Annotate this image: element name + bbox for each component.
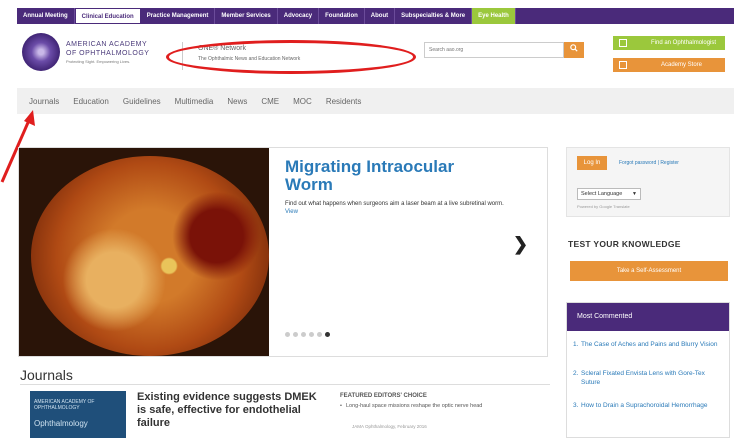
item-number: 1. — [573, 341, 579, 348]
journals-divider — [20, 384, 550, 385]
topnav-about[interactable]: About — [365, 8, 396, 24]
journal-cover-title: Ophthalmology — [34, 419, 88, 428]
item-label: Scleral Fixated Envista Lens with Gore-T… — [581, 370, 705, 386]
hero-description-text: Find out what happens when surgeons aim … — [285, 201, 504, 207]
subnav-cme[interactable]: CME — [254, 97, 286, 106]
hero-view-link[interactable]: View — [285, 209, 298, 215]
item-number: 2. — [573, 370, 579, 377]
test-knowledge-title: TEST YOUR KNOWLEDGE — [568, 239, 681, 249]
subnav-journals[interactable]: Journals — [17, 97, 66, 106]
language-select[interactable]: Select Language ▼ — [577, 188, 641, 200]
journal-headline[interactable]: Existing evidence suggests DMEK is safe,… — [137, 391, 327, 430]
annotation-ellipse — [166, 40, 416, 74]
topnav-advocacy[interactable]: Advocacy — [278, 8, 320, 24]
subnav-news[interactable]: News — [220, 97, 254, 106]
carousel-dot[interactable] — [325, 332, 330, 337]
top-navigation: Annual Meeting Clinical Education Practi… — [17, 8, 734, 24]
academy-store-button[interactable]: Academy Store — [613, 58, 725, 72]
subnav-multimedia[interactable]: Multimedia — [168, 97, 221, 106]
most-commented-panel: Most Commented 1. The Case of Aches and … — [566, 302, 730, 438]
academy-logo[interactable] — [22, 33, 60, 71]
hero-title[interactable]: Migrating Intraocular Worm — [285, 158, 505, 194]
featured-item[interactable]: Long-haul space missions reshape the opt… — [340, 403, 536, 410]
topnav-subspecialties[interactable]: Subspecialties & More — [395, 8, 473, 24]
powered-by-translate: Powered by Google Translate — [577, 204, 630, 209]
register-link[interactable]: Forgot password | Register — [619, 160, 679, 166]
logo-tagline: Protecting Sight. Empowering Lives. — [66, 59, 131, 64]
search-button[interactable] — [564, 42, 584, 58]
find-button-label: Find an Ophthalmologist — [651, 40, 717, 46]
carousel-dot[interactable] — [293, 332, 298, 337]
topnav-annual-meeting[interactable]: Annual Meeting — [17, 8, 75, 24]
journal-cover-image[interactable]: AMERICAN ACADEMY OF OPHTHALMOLOGY Ophtha… — [30, 391, 126, 438]
store-button-label: Academy Store — [661, 62, 703, 68]
carousel-dot[interactable] — [317, 332, 322, 337]
hero-description: Find out what happens when surgeons aim … — [285, 200, 515, 216]
most-commented-title: Most Commented — [567, 303, 729, 331]
journals-section-title: Journals — [20, 367, 73, 383]
hero-image[interactable] — [19, 148, 269, 356]
cart-icon — [619, 61, 627, 69]
most-commented-item[interactable]: 3. How to Drain a Suprachoroidal Hemorrh… — [573, 401, 721, 410]
carousel-dot[interactable] — [309, 332, 314, 337]
self-assessment-button[interactable]: Take a Self-Assessment — [570, 261, 728, 281]
subnav-education[interactable]: Education — [66, 97, 116, 106]
language-select-value: Select Language — [581, 191, 623, 197]
most-commented-item[interactable]: 1. The Case of Aches and Pains and Blurr… — [573, 340, 721, 349]
carousel-next-icon[interactable]: ❯ — [513, 234, 528, 255]
map-pin-icon — [619, 39, 627, 47]
logo-text-line1: AMERICAN ACADEMY — [66, 41, 148, 48]
chevron-down-icon: ▼ — [632, 191, 637, 197]
logo-text-line2: OF OPHTHALMOLOGY — [66, 50, 150, 57]
carousel-dot[interactable] — [301, 332, 306, 337]
topnav-member-services[interactable]: Member Services — [215, 8, 278, 24]
sub-navigation: Journals Education Guidelines Multimedia… — [17, 88, 734, 114]
find-ophthalmologist-button[interactable]: Find an Ophthalmologist — [613, 36, 725, 50]
search-icon — [570, 44, 578, 52]
topnav-practice-management[interactable]: Practice Management — [141, 8, 216, 24]
most-commented-item[interactable]: 2. Scleral Fixated Envista Lens with Gor… — [573, 369, 721, 387]
topnav-clinical-education[interactable]: Clinical Education — [74, 8, 141, 24]
carousel-dot[interactable] — [285, 332, 290, 337]
topnav-foundation[interactable]: Foundation — [319, 8, 365, 24]
subnav-residents[interactable]: Residents — [319, 97, 369, 106]
featured-item-meta: JAMA Ophthalmology, February 2016 — [352, 424, 427, 429]
topnav-eye-health[interactable]: Eye Health — [472, 8, 516, 24]
item-label: How to Drain a Suprachoroidal Hemorrhage — [581, 402, 708, 409]
login-language-panel: Log In Forgot password | Register Select… — [566, 147, 730, 217]
hero-carousel: Migrating Intraocular Worm Find out what… — [18, 147, 548, 357]
item-label: The Case of Aches and Pains and Blurry V… — [581, 341, 718, 348]
subnav-moc[interactable]: MOC — [286, 97, 319, 106]
featured-editors-choice-title: FEATURED EDITORS' CHOICE — [340, 393, 427, 399]
login-button[interactable]: Log In — [577, 156, 607, 170]
journal-cover-publisher: AMERICAN ACADEMY OF OPHTHALMOLOGY — [34, 399, 95, 411]
search-input[interactable] — [424, 42, 564, 58]
subnav-guidelines[interactable]: Guidelines — [116, 97, 168, 106]
retina-fundus-photo — [31, 156, 269, 356]
carousel-pagination — [285, 332, 330, 337]
item-number: 3. — [573, 402, 579, 409]
